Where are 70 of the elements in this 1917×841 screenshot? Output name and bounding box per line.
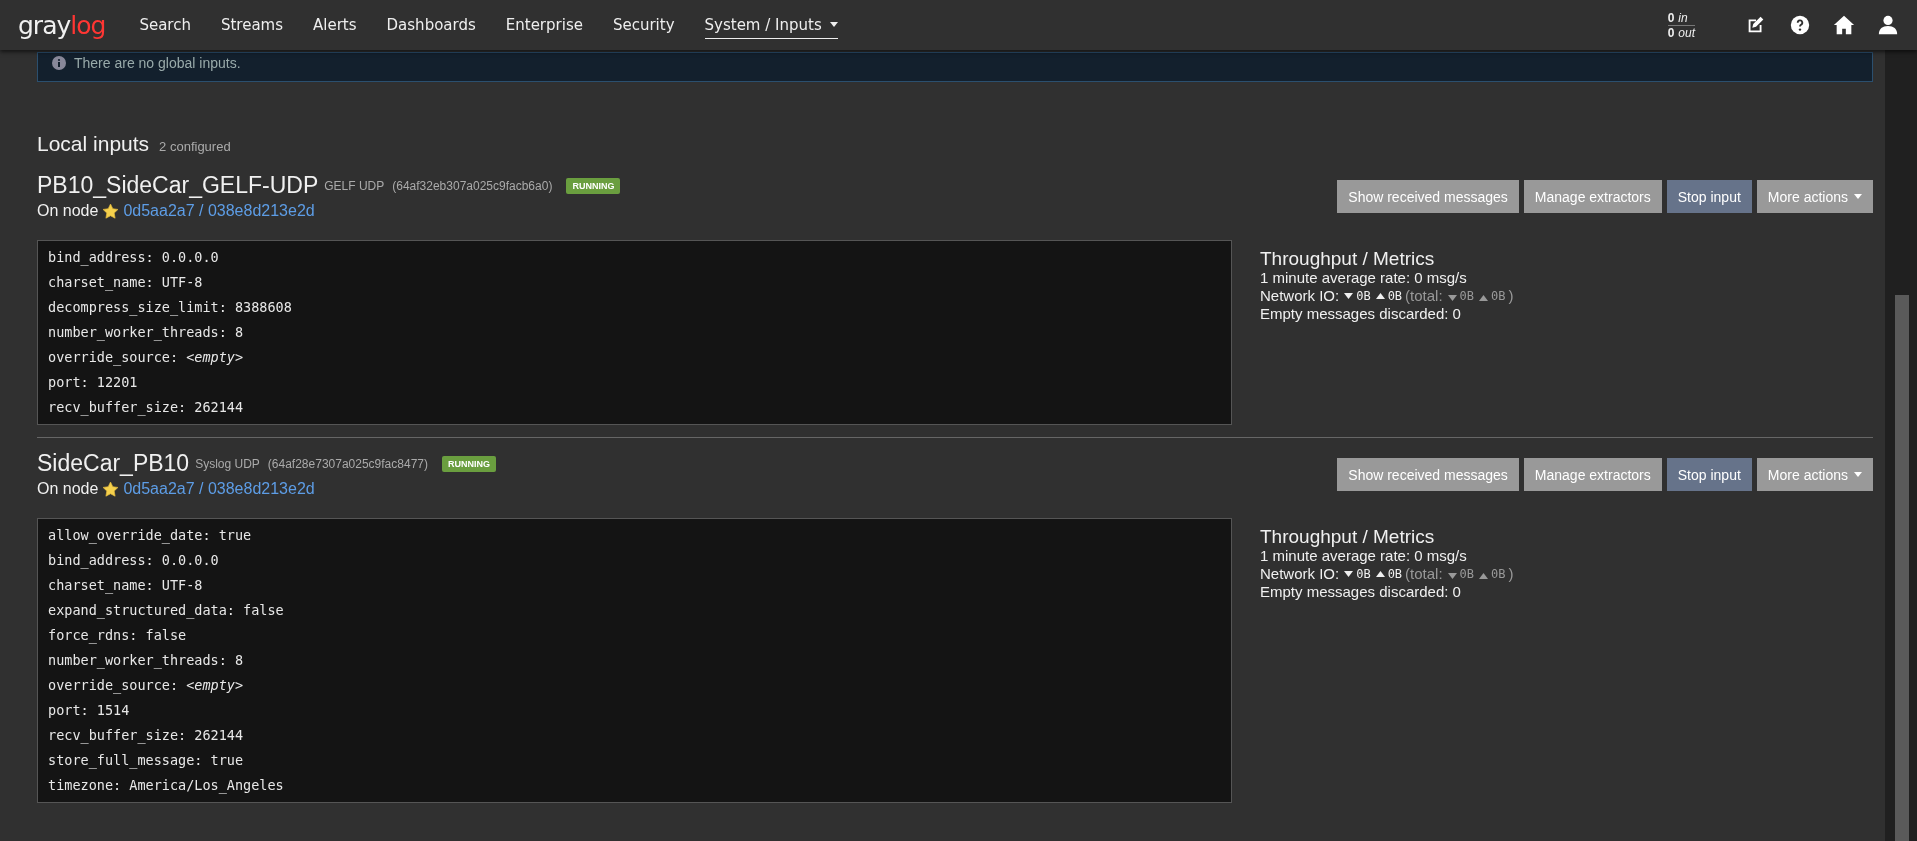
input-id: (64af28e7307a025c9fac8477)	[267, 456, 428, 471]
status-badge: RUNNING	[442, 455, 496, 472]
config-line: recv_buffer_size: 262144	[48, 726, 245, 746]
config-line: number_worker_threads: 8	[48, 323, 245, 343]
action-button[interactable]: Stop input	[1666, 180, 1752, 213]
throughput-indicator[interactable]: 0 in 0 out	[1667, 10, 1695, 40]
metrics-title: Throughput / Metrics	[1260, 250, 1436, 268]
nav-item[interactable]: Dashboards	[386, 12, 476, 38]
action-button[interactable]: Show received messages	[1337, 180, 1519, 213]
rate-text: 1 minute average rate: 0 msg/s	[1260, 269, 1468, 287]
node-label: On node	[37, 202, 99, 220]
sent-value: 0B	[1387, 288, 1403, 305]
config-line: charset_name: UTF-8	[48, 576, 204, 596]
total-close: )	[1508, 287, 1514, 305]
nav-item[interactable]: Enterprise	[505, 12, 583, 38]
input-name: PB10_SideCar_GELF-UDP	[37, 172, 319, 199]
received-value: 0B	[1459, 288, 1475, 305]
total-close: )	[1508, 565, 1514, 583]
config-line: decompress_size_limit: 8388608	[48, 298, 293, 318]
config-line: number_worker_threads: 8	[48, 651, 245, 671]
config-line: expand_structured_data: false	[48, 601, 285, 621]
config-line: force_rdns: false	[48, 626, 188, 646]
metrics-title: Throughput / Metrics	[1260, 528, 1436, 546]
nav-item[interactable]: Streams	[220, 12, 284, 38]
config-line: port: 1514	[48, 701, 131, 720]
nav-item[interactable]: Search	[139, 12, 191, 38]
input-type: Syslog UDP	[195, 456, 260, 471]
section-title: Local inputs	[37, 132, 150, 156]
rate-text: 1 minute average rate: 0 msg/s	[1260, 547, 1468, 565]
action-button[interactable]: Manage extractors	[1523, 458, 1662, 491]
received-value: 0B	[1459, 566, 1475, 583]
nav-item[interactable]: Alerts	[313, 12, 357, 38]
config-line: timezone: America/Los_Angeles	[48, 776, 285, 796]
discarded-text: Empty messages discarded: 0	[1260, 305, 1462, 323]
config-line: override_source: <empty>	[48, 348, 245, 368]
notice-text: There are no global inputs.	[74, 55, 241, 71]
config-line: override_source: <empty>	[48, 676, 245, 696]
more-actions-dropdown[interactable]: More actions	[1756, 458, 1873, 491]
action-button[interactable]: Manage extractors	[1523, 180, 1662, 213]
total-label: (total:	[1405, 565, 1443, 583]
config-line: bind_address: 0.0.0.0	[48, 248, 220, 268]
received-value: 0B	[1356, 288, 1371, 305]
action-button[interactable]: Show received messages	[1337, 458, 1519, 491]
config-line: charset_name: UTF-8	[48, 273, 204, 293]
node-link[interactable]: 0d5aa2a7 / 038e8d213e2d	[123, 480, 315, 498]
config-line: recv_buffer_size: 262144	[48, 398, 245, 418]
discarded-text: Empty messages discarded: 0	[1260, 583, 1462, 601]
network-label: Network IO:	[1260, 565, 1340, 583]
config-line: port: 12201	[48, 373, 139, 392]
nav-item[interactable]: System / Inputs	[704, 11, 838, 39]
input-name: SideCar_PB10	[37, 450, 190, 477]
config-line: bind_address: 0.0.0.0	[48, 551, 220, 571]
config-line: allow_override_date: true	[48, 526, 253, 546]
network-label: Network IO:	[1260, 287, 1340, 305]
config-line: store_full_message: true	[48, 751, 245, 771]
graylog-logo[interactable]: graylog	[18, 10, 106, 40]
received-value: 0B	[1356, 566, 1371, 583]
node-link[interactable]: 0d5aa2a7 / 038e8d213e2d	[123, 202, 315, 220]
sent-value: 0B	[1387, 566, 1403, 583]
input-id: (64af32eb307a025c9facb6a0)	[392, 178, 553, 193]
node-label: On node	[37, 480, 99, 498]
sent-value: 0B	[1491, 566, 1506, 583]
input-count: 2 configured	[159, 139, 231, 154]
action-button[interactable]: Stop input	[1666, 458, 1752, 491]
total-label: (total:	[1405, 287, 1443, 305]
sent-value: 0B	[1491, 288, 1506, 305]
input-type: GELF UDP	[324, 178, 385, 193]
status-badge: RUNNING	[566, 177, 621, 194]
more-actions-dropdown[interactable]: More actions	[1756, 180, 1873, 213]
nav-item[interactable]: Security	[612, 12, 675, 38]
